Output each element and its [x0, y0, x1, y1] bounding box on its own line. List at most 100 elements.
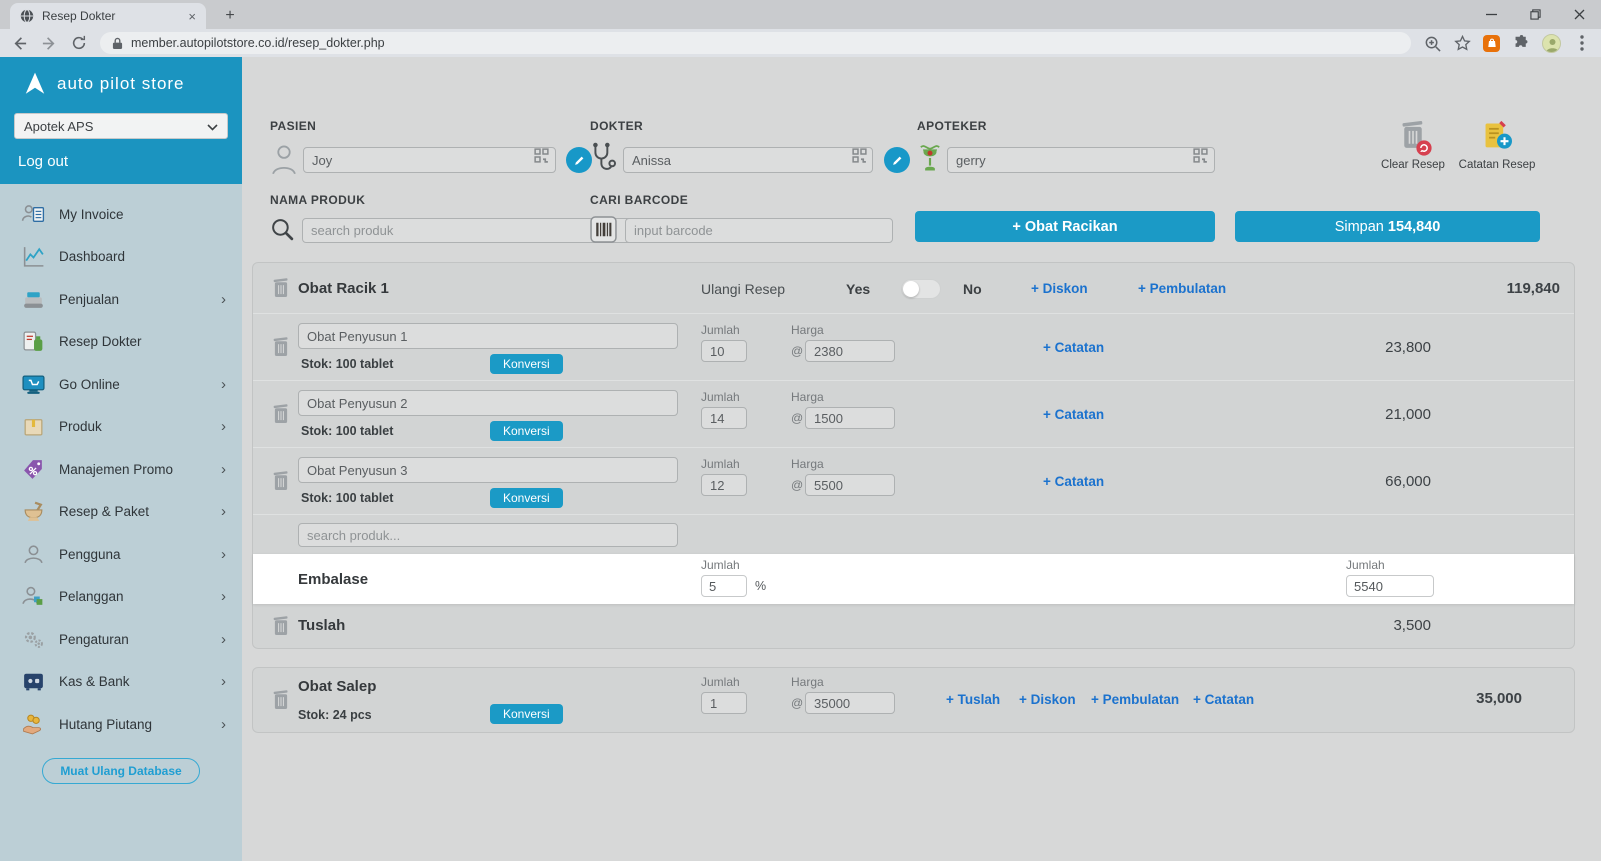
profile-avatar[interactable] — [1542, 34, 1561, 53]
jumlah-input[interactable] — [701, 407, 747, 429]
add-pembulatan-link[interactable]: + Pembulatan — [1091, 692, 1179, 707]
harga-at-prefix: @ — [791, 411, 803, 425]
harga-input[interactable] — [805, 692, 895, 714]
add-diskon-link[interactable]: + Diskon — [1031, 281, 1088, 296]
apoteker-input[interactable] — [947, 147, 1215, 173]
sidebar-item-manajemen-promo[interactable]: Manajemen Promo › — [0, 448, 242, 491]
sidebar-item-resep-paket[interactable]: Resep & Paket › — [0, 491, 242, 534]
ingredient-name-input[interactable] — [298, 323, 678, 349]
sidebar-item-label: Penjualan — [59, 292, 221, 307]
harga-input[interactable] — [805, 407, 895, 429]
pasien-edit-button[interactable] — [566, 147, 592, 173]
sidebar-item-resep-dokter[interactable]: Resep Dokter — [0, 321, 242, 364]
delete-ingredient-trash-icon[interactable] — [271, 403, 291, 425]
ulangi-resep-label: Ulangi Resep — [701, 281, 785, 297]
embalase-percent-input[interactable] — [701, 575, 747, 597]
qr-scan-icon[interactable] — [852, 148, 867, 168]
jumlah-input[interactable] — [701, 692, 747, 714]
search-icon — [270, 217, 295, 247]
add-catatan-link[interactable]: + Catatan — [1193, 692, 1254, 707]
sidebar-item-pengguna[interactable]: Pengguna › — [0, 533, 242, 576]
add-catatan-link[interactable]: + Catatan — [1043, 340, 1104, 355]
ingredient-name-input[interactable] — [298, 390, 678, 416]
reload-database-button[interactable]: Muat Ulang Database — [42, 758, 199, 784]
url-bar[interactable]: member.autopilotstore.co.id/resep_dokter… — [100, 32, 1411, 54]
store-select-value: Apotek APS — [24, 119, 93, 134]
sidebar-item-produk[interactable]: Produk › — [0, 406, 242, 449]
dokter-input[interactable] — [623, 147, 873, 173]
dokter-label: DOKTER — [590, 119, 920, 133]
forward-icon[interactable] — [40, 34, 58, 52]
sidebar-item-pengaturan[interactable]: Pengaturan › — [0, 618, 242, 661]
konversi-button[interactable]: Konversi — [490, 421, 563, 441]
konversi-button[interactable]: Konversi — [490, 354, 563, 374]
dokter-edit-button[interactable] — [884, 147, 910, 173]
add-tuslah-link[interactable]: + Tuslah — [946, 692, 1000, 707]
favicon-globe-icon — [20, 9, 34, 23]
zoom-icon[interactable] — [1423, 34, 1441, 52]
extensions-puzzle-icon[interactable] — [1512, 34, 1530, 52]
add-catatan-link[interactable]: + Catatan — [1043, 407, 1104, 422]
delete-ingredient-trash-icon[interactable] — [271, 336, 291, 358]
person-icon — [270, 143, 298, 180]
store-select[interactable]: Apotek APS — [14, 113, 228, 139]
reload-icon[interactable] — [70, 34, 88, 52]
delete-ingredient-trash-icon[interactable] — [271, 470, 291, 492]
sidebar-item-kas-bank[interactable]: Kas & Bank › — [0, 661, 242, 704]
sidebar-item-dashboard[interactable]: Dashboard — [0, 236, 242, 279]
barcode-input[interactable] — [625, 218, 893, 243]
add-ingredient-search-input[interactable] — [298, 523, 678, 547]
bookmark-star-icon[interactable] — [1453, 34, 1471, 52]
sidebar-item-label: Manajemen Promo — [59, 462, 221, 477]
sidebar-item-hutang-piutang[interactable]: Hutang Piutang › — [0, 703, 242, 746]
menu-kebab-icon[interactable] — [1573, 34, 1591, 52]
new-tab-button[interactable]: + — [218, 6, 242, 26]
konversi-button[interactable]: Konversi — [490, 488, 563, 508]
sidebar-item-my-invoice[interactable]: My Invoice — [0, 193, 242, 236]
embalase-amount-input[interactable] — [1346, 575, 1434, 597]
add-catatan-link[interactable]: + Catatan — [1043, 474, 1104, 489]
delete-racik-trash-icon[interactable] — [271, 277, 291, 299]
clear-resep-button[interactable]: Clear Resep — [1374, 119, 1452, 171]
safe-icon — [20, 669, 46, 695]
chevron-right-icon: › — [221, 461, 226, 478]
jumlah-input[interactable] — [701, 340, 747, 362]
delete-tuslah-trash-icon[interactable] — [271, 615, 291, 637]
url-text: member.autopilotstore.co.id/resep_dokter… — [131, 36, 385, 50]
window-minimize-button[interactable] — [1469, 0, 1513, 29]
sidebar-item-penjualan[interactable]: Penjualan › — [0, 278, 242, 321]
add-pembulatan-link[interactable]: + Pembulatan — [1138, 281, 1226, 296]
qr-scan-icon[interactable] — [1193, 148, 1208, 168]
sidebar-item-label: Pengguna — [59, 547, 221, 562]
ulangi-resep-yes-label: Yes — [846, 281, 870, 297]
logout-link[interactable]: Log out — [14, 153, 228, 170]
brand-text: auto pilot store — [57, 74, 185, 94]
ingredient-stok: Stok: 100 tablet — [301, 424, 393, 438]
harga-input[interactable] — [805, 340, 895, 362]
qr-scan-icon[interactable] — [534, 148, 549, 168]
pasien-input[interactable] — [303, 147, 556, 173]
simpan-button[interactable]: Simpan 154,840 — [1235, 211, 1540, 242]
tab-close-icon[interactable]: × — [188, 9, 196, 24]
catatan-resep-button[interactable]: Catatan Resep — [1458, 119, 1536, 171]
sidebar-item-pelanggan[interactable]: Pelanggan › — [0, 576, 242, 619]
add-diskon-link[interactable]: + Diskon — [1019, 692, 1076, 707]
ingredient-name-input[interactable] — [298, 457, 678, 483]
jumlah-label: Jumlah — [701, 390, 740, 404]
back-icon[interactable] — [10, 34, 28, 52]
harga-label: Harga — [791, 323, 824, 337]
ingredient-row: Stok: 100 tablet Konversi Jumlah Harga @… — [253, 447, 1574, 514]
shopping-extension-icon[interactable] — [1483, 35, 1500, 52]
window-restore-button[interactable] — [1513, 0, 1557, 29]
browser-tab[interactable]: Resep Dokter × — [10, 3, 206, 29]
tab-title: Resep Dokter — [42, 9, 180, 23]
window-close-button[interactable] — [1557, 0, 1601, 29]
ulangi-resep-toggle[interactable] — [901, 279, 941, 299]
jumlah-input[interactable] — [701, 474, 747, 496]
harga-input[interactable] — [805, 474, 895, 496]
sidebar-item-go-online[interactable]: Go Online › — [0, 363, 242, 406]
delete-salep-trash-icon[interactable] — [271, 689, 291, 711]
konversi-button[interactable]: Konversi — [490, 704, 563, 724]
obat-racikan-button[interactable]: + Obat Racikan — [915, 211, 1215, 242]
jumlah-label: Jumlah — [701, 323, 740, 337]
